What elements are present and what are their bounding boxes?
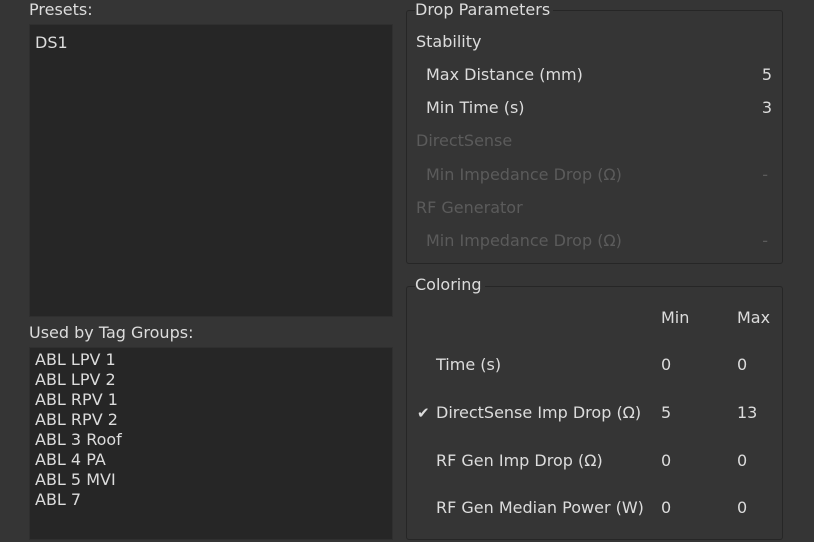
- coloring-title: Coloring: [415, 275, 485, 295]
- coloring-row-max[interactable]: 0: [737, 498, 747, 518]
- directsense-min-impedance-value: -: [762, 165, 768, 184]
- coloring-row-max[interactable]: 0: [737, 451, 747, 471]
- presets-list[interactable]: DS1: [29, 24, 393, 317]
- coloring-row-label[interactable]: DirectSense Imp Drop (Ω): [436, 403, 641, 423]
- coloring-row-label[interactable]: RF Gen Median Power (W): [436, 498, 644, 518]
- list-item: ABL LPV 1: [35, 350, 116, 369]
- rf-generator-min-impedance-value: -: [762, 231, 768, 250]
- tag-groups-list[interactable]: ABL LPV 1 ABL LPV 2 ABL RPV 1 ABL RPV 2 …: [29, 347, 393, 540]
- list-item: ABL 7: [35, 490, 82, 509]
- coloring-row-label[interactable]: RF Gen Imp Drop (Ω): [436, 451, 603, 471]
- drop-settings-panel: { "presets": { "label": "Presets:", "ite…: [0, 0, 814, 542]
- list-item: ABL 3 Roof: [35, 430, 122, 449]
- preset-item[interactable]: DS1: [35, 33, 68, 53]
- presets-label: Presets:: [29, 0, 93, 19]
- list-item: ABL 4 PA: [35, 450, 106, 469]
- coloring-row-label[interactable]: Time (s): [436, 355, 501, 375]
- coloring-row-min[interactable]: 0: [661, 498, 671, 518]
- coloring-row-min[interactable]: 0: [661, 451, 671, 471]
- list-item: ABL 5 MVI: [35, 470, 116, 489]
- rf-generator-min-impedance-label: Min Impedance Drop (Ω): [426, 231, 622, 250]
- coloring-max-header: Max: [737, 308, 771, 327]
- min-time-label: Min Time (s): [426, 98, 525, 117]
- coloring-min-header: Min: [661, 308, 690, 327]
- list-item: ABL LPV 2: [35, 370, 116, 389]
- coloring-row-max[interactable]: 13: [737, 403, 757, 423]
- list-item: ABL RPV 2: [35, 410, 118, 429]
- directsense-heading: DirectSense: [416, 131, 513, 150]
- coloring-row-min[interactable]: 5: [661, 403, 671, 423]
- coloring-row-min[interactable]: 0: [661, 355, 671, 375]
- min-time-value[interactable]: 3: [700, 98, 772, 118]
- list-item: ABL RPV 1: [35, 390, 118, 409]
- max-distance-value[interactable]: 5: [700, 65, 772, 85]
- max-distance-label: Max Distance (mm): [426, 65, 583, 84]
- drop-parameters-title: Drop Parameters: [415, 0, 554, 20]
- tag-groups-label: Used by Tag Groups:: [29, 323, 194, 342]
- coloring-row-max[interactable]: 0: [737, 355, 747, 375]
- checkmark-icon[interactable]: ✔: [417, 403, 431, 423]
- stability-heading: Stability: [416, 32, 482, 51]
- directsense-min-impedance-label: Min Impedance Drop (Ω): [426, 165, 622, 184]
- rf-generator-heading: RF Generator: [416, 198, 523, 217]
